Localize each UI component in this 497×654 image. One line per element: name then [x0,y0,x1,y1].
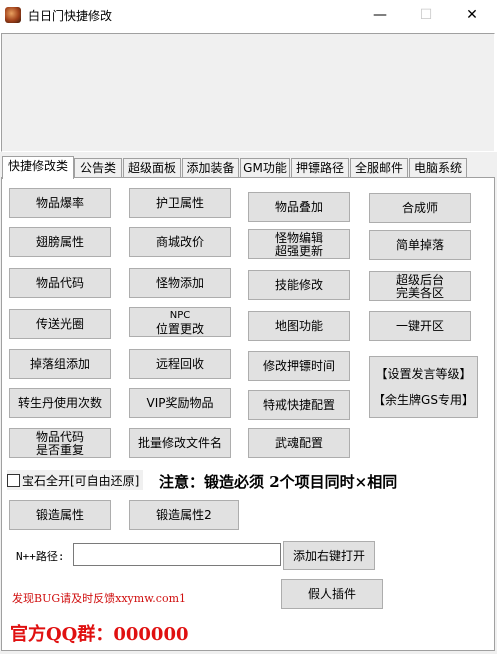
yusheng-gs-label: 【余生牌GS专用】 [373,393,474,407]
minimize-button[interactable]: — [357,0,403,30]
map-function-button[interactable]: 地图功能 [248,311,350,341]
skill-edit-button[interactable]: 技能修改 [248,270,350,300]
mall-price-button[interactable]: 商城改价 [129,227,231,257]
set-speech-level-label: 【设置发言等级】 [375,367,472,381]
super-backend-button[interactable]: 超级后台 完美各区 [369,271,471,301]
vip-reward-button[interactable]: VIP奖励物品 [129,388,231,418]
npp-path-input[interactable] [73,543,281,566]
window-title: 白日门快捷修改 [28,9,113,23]
tab-pc-system[interactable]: 电脑系统 [409,158,467,178]
forge-notice: 注意：锻造必须 2个项目同时×相同 [159,473,398,491]
item-drop-rate-button[interactable]: 物品爆率 [9,188,111,218]
tab-strip: 快捷修改类 公告类 超级面板 添加装备 GM功能 押镖路径 全服邮件 电脑系统 [0,156,497,179]
drop-group-add-button[interactable]: 掉落组添加 [9,349,111,379]
weapon-soul-button[interactable]: 武魂配置 [248,428,350,458]
monster-add-button[interactable]: 怪物添加 [129,268,231,298]
item-code-repeat-button[interactable]: 物品代码 是否重复 [9,428,111,458]
checkbox-box[interactable] [7,473,20,487]
remote-recycle-button[interactable]: 远程回收 [129,349,231,379]
item-code-repeat-label-1: 物品代码 [35,429,84,444]
tab-escort-path[interactable]: 押镖路径 [291,158,349,178]
tab-server-mail[interactable]: 全服邮件 [350,158,408,178]
fake-player-plugin-button[interactable]: 假人插件 [281,579,383,609]
add-right-click-button[interactable]: 添加右键打开 [283,541,375,570]
tab-add-equipment[interactable]: 添加装备 [182,158,239,178]
ring-shortcut-button[interactable]: 特戒快捷配置 [248,390,350,420]
monster-edit-button[interactable]: 怪物编辑 超强更新 [248,229,350,259]
gem-full-open-label: 宝石全开[可自由还原] [22,473,140,488]
npc-position-button[interactable]: NPC 位置更改 [129,307,231,337]
bug-report-text: 发现BUG请及时反馈xxymw.com1 [12,592,187,605]
wings-attribute-button[interactable]: 翅膀属性 [9,227,111,257]
one-key-open-button[interactable]: 一键开区 [369,311,471,341]
monster-edit-label-1: 怪物编辑 [274,230,323,245]
npc-position-label-1: NPC [169,309,191,321]
item-code-repeat-label-2: 是否重复 [35,442,84,457]
speech-level-gs-button[interactable]: 【设置发言等级】 【余生牌GS专用】 [369,356,478,418]
super-backend-label-2: 完美各区 [395,285,444,300]
guard-attribute-button[interactable]: 护卫属性 [129,188,231,218]
log-output-box[interactable] [1,33,495,152]
qq-group-text: 官方QQ群：000000 [10,624,189,645]
item-code-button[interactable]: 物品代码 [9,268,111,298]
npc-position-label-2: 位置更改 [155,321,204,336]
gem-full-open-checkbox[interactable]: 宝石全开[可自由还原] [7,470,144,490]
tab-quick-modify[interactable]: 快捷修改类 [2,156,74,179]
tab-gm-function[interactable]: GM功能 [240,158,290,178]
batch-rename-button[interactable]: 批量修改文件名 [129,428,231,458]
forge-attribute-button[interactable]: 锻造属性 [9,500,111,530]
simple-drop-button[interactable]: 简单掉落 [369,230,471,260]
forge-attribute-2-button[interactable]: 锻造属性2 [129,500,239,530]
item-stack-button[interactable]: 物品叠加 [248,192,350,222]
teleport-circle-button[interactable]: 传送光圈 [9,309,111,339]
maximize-button[interactable]: ☐ [403,0,449,30]
escort-time-button[interactable]: 修改押镖时间 [248,351,350,381]
close-button[interactable]: ✕ [449,0,495,30]
tab-super-panel[interactable]: 超级面板 [123,158,181,178]
npp-path-label: N++路径: [16,550,65,563]
monster-edit-label-2: 超强更新 [274,243,323,258]
title-bar: 白日门快捷修改 — ☐ ✕ [0,0,497,30]
super-backend-label-1: 超级后台 [395,272,444,287]
synthesis-button[interactable]: 合成师 [369,193,471,223]
rebirth-pill-button[interactable]: 转生丹使用次数 [9,388,111,418]
tab-announcement[interactable]: 公告类 [74,158,122,178]
app-icon [5,7,21,23]
